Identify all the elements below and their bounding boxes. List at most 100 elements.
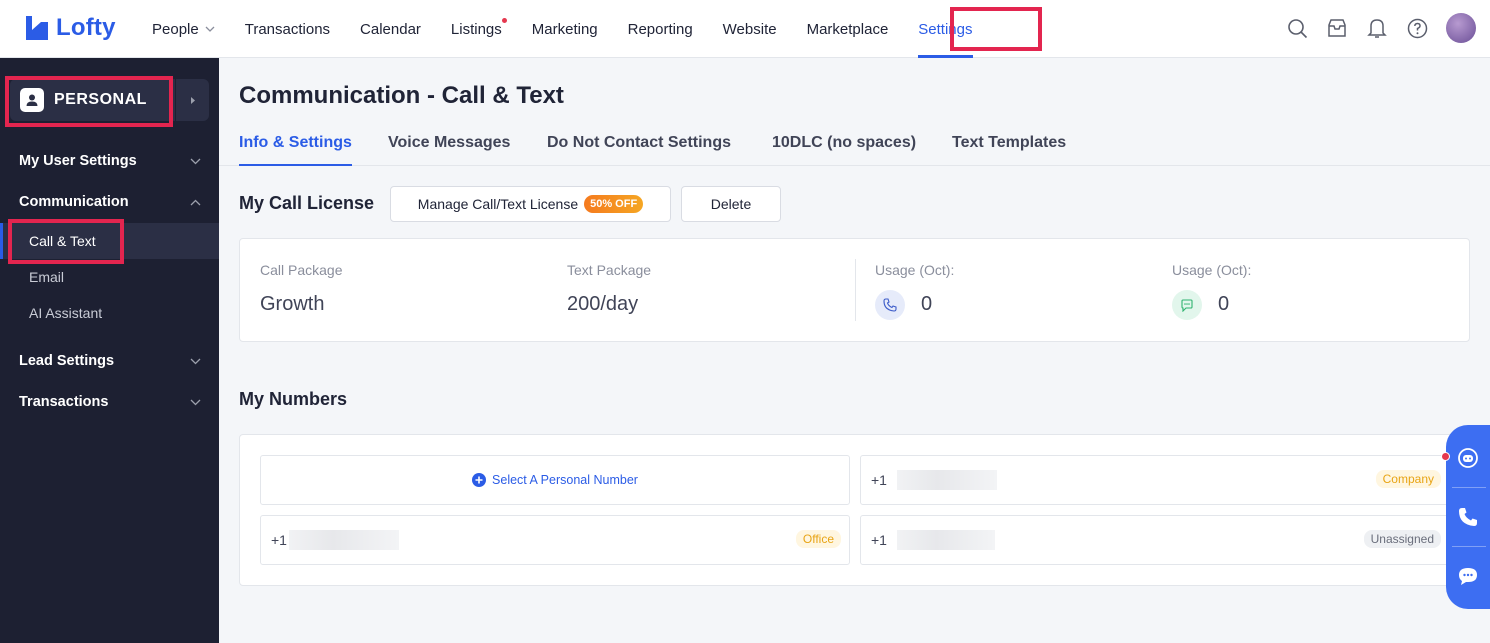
number-item-company[interactable]: +1 Company: [860, 455, 1450, 505]
numbers-card: Select A Personal Number +1 Company +1 O…: [239, 434, 1470, 586]
nav-website-label: Website: [722, 20, 777, 38]
tab-bar: Info & Settings Voice Messages Do Not Co…: [219, 126, 1490, 166]
chat-icon[interactable]: [1446, 547, 1490, 605]
number-item-office[interactable]: +1 Office: [260, 515, 850, 565]
persona-selector[interactable]: PERSONAL: [10, 79, 175, 121]
sidebar-item-email[interactable]: Email: [0, 259, 219, 295]
nav-calendar-label: Calendar: [360, 20, 421, 38]
tab-10dlc[interactable]: 10DLC (no spaces): [772, 134, 916, 166]
top-navigation-bar: Lofty People Transactions Calendar Listi…: [0, 0, 1490, 58]
caret-right-icon: [190, 96, 195, 104]
user-icon: [20, 88, 44, 112]
notification-dot: [1441, 452, 1450, 461]
number-item-unassigned[interactable]: +1 Unassigned: [860, 515, 1450, 565]
nav-marketing-label: Marketing: [531, 20, 598, 38]
text-package-value: 200/day: [567, 293, 639, 315]
tab-voice-messages[interactable]: Voice Messages: [388, 134, 510, 166]
notification-dot: [501, 18, 507, 23]
sidebar-group-label: Transactions: [19, 394, 109, 410]
sidebar-item-label: AI Assistant: [29, 305, 103, 321]
nav-marketplace[interactable]: Marketplace: [807, 0, 889, 58]
nav-listings[interactable]: Listings: [450, 0, 507, 58]
tab-text-templates[interactable]: Text Templates: [952, 134, 1066, 166]
divider: [855, 259, 856, 321]
number-tag-office: Office: [795, 530, 841, 548]
number-tag-unassigned: Unassigned: [1363, 530, 1441, 548]
chevron-down-icon: [205, 26, 215, 32]
nav-transactions-label: Transactions: [244, 20, 331, 38]
nav-settings[interactable]: Settings: [918, 0, 973, 58]
nav-settings-label: Settings: [918, 20, 973, 38]
nav-listings-label: Listings: [450, 20, 502, 38]
sidebar-group-my-user-settings[interactable]: My User Settings: [0, 143, 219, 179]
number-prefix: +1: [871, 472, 887, 488]
help-icon[interactable]: [1406, 17, 1428, 39]
sidebar-item-ai-assistant[interactable]: AI Assistant: [0, 295, 219, 331]
bell-icon[interactable]: [1366, 17, 1388, 39]
select-number-label: Select A Personal Number: [492, 473, 638, 487]
plus-circle-icon: [472, 473, 487, 487]
persona-expand-button[interactable]: [175, 79, 209, 121]
chevron-down-icon: [190, 399, 201, 405]
main-content: Communication - Call & Text Info & Setti…: [219, 58, 1490, 643]
nav-people[interactable]: People: [152, 0, 215, 58]
phone-icon[interactable]: [1446, 488, 1490, 546]
tab-do-not-contact[interactable]: Do Not Contact Settings: [547, 134, 731, 166]
sidebar-group-label: Lead Settings: [19, 353, 115, 369]
select-number-box[interactable]: Select A Personal Number: [260, 455, 850, 505]
lofty-logo[interactable]: Lofty: [24, 14, 116, 42]
persona-label: PERSONAL: [54, 91, 147, 108]
lofty-logo-icon: [26, 16, 48, 40]
floating-action-dock: [1446, 425, 1490, 609]
nav-calendar[interactable]: Calendar: [360, 0, 421, 58]
nav-transactions[interactable]: Transactions: [245, 0, 330, 58]
sidebar-item-label: Email: [29, 269, 65, 285]
page-title: Communication - Call & Text: [239, 82, 564, 109]
manage-license-button[interactable]: Manage Call/Text License 50% OFF: [390, 186, 671, 222]
persona-switcher[interactable]: PERSONAL: [10, 79, 209, 121]
chevron-down-icon: [190, 158, 201, 164]
inbox-icon[interactable]: [1326, 17, 1348, 39]
sidebar-group-lead-settings[interactable]: Lead Settings: [0, 343, 219, 379]
tab-info-settings[interactable]: Info & Settings: [239, 134, 352, 166]
redacted-number: [897, 530, 995, 550]
text-usage-label: Usage (Oct):: [1172, 262, 1252, 278]
phone-icon: [875, 290, 905, 320]
nav-marketing[interactable]: Marketing: [532, 0, 598, 58]
nav-website[interactable]: Website: [723, 0, 777, 58]
text-usage-value: 0: [1218, 293, 1230, 315]
chevron-down-icon: [190, 358, 201, 364]
search-icon[interactable]: [1286, 17, 1308, 39]
call-license-title: My Call License: [239, 193, 375, 213]
license-card: Call Package Growth Text Package 200/day…: [239, 238, 1470, 342]
call-usage-value: 0: [921, 293, 933, 315]
sidebar-item-call-text[interactable]: Call & Text: [0, 223, 219, 259]
nav-people-label: People: [152, 20, 199, 38]
avatar[interactable]: [1446, 13, 1476, 43]
redacted-number: [289, 530, 399, 550]
sidebar: PERSONAL My User Settings Communication …: [0, 58, 219, 643]
message-icon: [1172, 290, 1202, 320]
call-package-label: Call Package: [260, 262, 343, 278]
manage-license-label: Manage Call/Text License: [417, 196, 579, 212]
delete-button[interactable]: Delete: [681, 186, 781, 222]
call-usage-label: Usage (Oct):: [875, 262, 955, 278]
number-prefix: +1: [271, 532, 287, 548]
call-package-value: Growth: [260, 293, 325, 315]
logo-text: Lofty: [56, 14, 116, 41]
redacted-number: [897, 470, 997, 490]
nav-reporting[interactable]: Reporting: [628, 0, 693, 58]
sidebar-group-label: Communication: [19, 194, 129, 210]
text-package-label: Text Package: [567, 262, 652, 278]
my-numbers-title: My Numbers: [239, 389, 348, 409]
main-nav: People Transactions Calendar Listings Ma…: [152, 0, 1003, 58]
discount-badge: 50% OFF: [584, 195, 644, 213]
number-prefix: +1: [871, 532, 887, 548]
sidebar-group-label: My User Settings: [19, 153, 137, 169]
assistant-icon[interactable]: [1446, 429, 1490, 487]
sidebar-item-label: Call & Text: [29, 233, 96, 249]
select-number-button[interactable]: Select A Personal Number: [261, 456, 849, 504]
chevron-up-icon: [190, 199, 201, 205]
sidebar-group-communication[interactable]: Communication: [0, 184, 219, 220]
sidebar-group-transactions[interactable]: Transactions: [0, 384, 219, 420]
